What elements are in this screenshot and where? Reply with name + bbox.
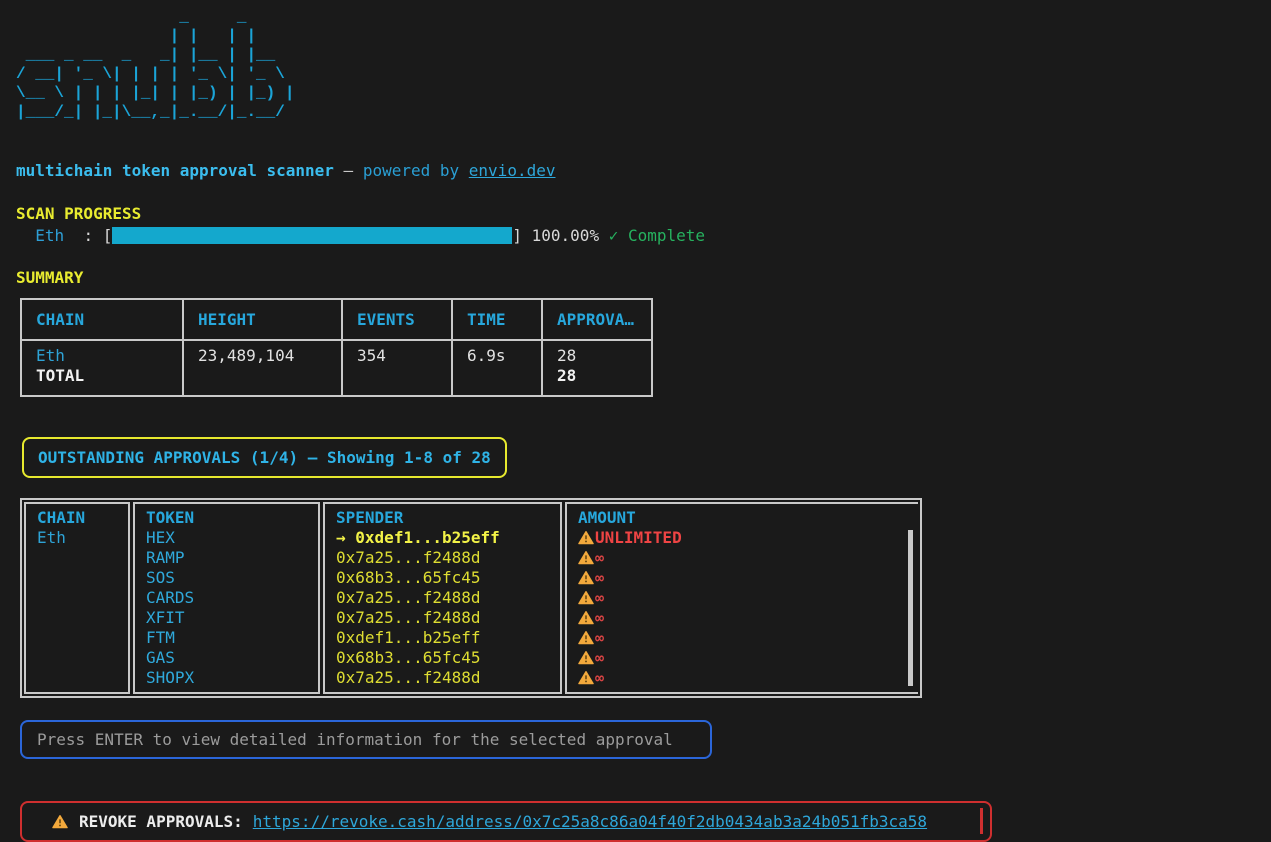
- amount-cell-selected[interactable]: UNLIMITED: [578, 528, 907, 548]
- progress-status: Complete: [628, 226, 705, 245]
- hint-bar: Press ENTER to view detailed information…: [20, 720, 712, 759]
- token-cell[interactable]: SOS: [146, 568, 307, 588]
- summary-chain-value: Eth: [36, 346, 168, 366]
- warning-triangle-icon: [578, 650, 594, 665]
- warning-triangle-icon: [578, 550, 594, 565]
- progress-bracket-close: ]: [512, 226, 522, 245]
- summary-col-height: HEIGHT: [183, 299, 342, 340]
- summary-data-row: Eth TOTAL 23,489,104 354 6.9s 28 28: [21, 340, 652, 396]
- approvals-table: CHAIN Eth TOKEN HEX RAMP SOS CARDS XFIT …: [20, 498, 922, 698]
- summary-header-row: CHAIN HEIGHT EVENTS TIME APPROVA…: [21, 299, 652, 340]
- progress-bar-fill: [112, 227, 512, 244]
- summary-total-label: TOTAL: [36, 366, 168, 386]
- amount-cell[interactable]: ∞: [578, 588, 907, 608]
- warning-triangle-icon: [578, 570, 594, 585]
- scan-progress-row: Eth : [] 100.00% ✓ Complete: [16, 226, 1271, 246]
- spender-cell[interactable]: 0x7a25...f2488d: [336, 548, 549, 568]
- approvals-scrollbar[interactable]: [908, 530, 913, 686]
- approvals-column-amount: AMOUNT UNLIMITED ∞ ∞ ∞ ∞ ∞ ∞ ∞: [565, 502, 918, 694]
- tagline: multichain token approval scanner — powe…: [16, 161, 1271, 180]
- token-cell[interactable]: GAS: [146, 648, 307, 668]
- spender-cell-selected[interactable]: → 0xdef1...b25eff: [336, 528, 549, 548]
- amount-cell[interactable]: ∞: [578, 548, 907, 568]
- summary-col-time: TIME: [452, 299, 542, 340]
- token-cell[interactable]: HEX: [146, 528, 307, 548]
- summary-col-approvals: APPROVA…: [542, 299, 652, 340]
- summary-heading: SUMMARY: [16, 268, 1271, 287]
- amount-cell[interactable]: ∞: [578, 668, 907, 688]
- progress-bracket-open: [: [103, 226, 113, 245]
- amount-cell[interactable]: ∞: [578, 648, 907, 668]
- spender-cell[interactable]: 0x7a25...f2488d: [336, 608, 549, 628]
- token-cell[interactable]: CARDS: [146, 588, 307, 608]
- column-header-spender: SPENDER: [336, 508, 549, 528]
- progress-chain-label: Eth: [35, 226, 64, 245]
- token-cell[interactable]: RAMP: [146, 548, 307, 568]
- envio-link[interactable]: envio.dev: [469, 161, 556, 180]
- summary-approvals-value: 28: [557, 346, 637, 366]
- spender-cell[interactable]: 0x7a25...f2488d: [336, 668, 549, 688]
- amount-cell[interactable]: ∞: [578, 628, 907, 648]
- app-root: _ _ | | | | ___ _ __ _ _| |__ | |__ / __…: [0, 0, 1271, 842]
- warning-triangle-icon: [578, 630, 594, 645]
- scan-progress-heading: SCAN PROGRESS: [16, 204, 1271, 223]
- approvals-column-chain: CHAIN Eth: [24, 502, 130, 694]
- selection-arrow-icon: →: [336, 528, 346, 547]
- progress-colon: :: [83, 226, 93, 245]
- summary-col-events: EVENTS: [342, 299, 452, 340]
- revoke-approvals-label: REVOKE APPROVALS:: [79, 812, 243, 831]
- summary-time-value: 6.9s: [467, 346, 527, 366]
- progress-percent: 100.00%: [532, 226, 599, 245]
- powered-by-text: powered by: [363, 161, 459, 180]
- spender-cell[interactable]: 0x7a25...f2488d: [336, 588, 549, 608]
- warning-triangle-icon: [52, 814, 68, 829]
- app-title: multichain token approval scanner: [16, 161, 334, 180]
- revoke-bar-cursor: [980, 808, 983, 834]
- warning-triangle-icon: [578, 610, 594, 625]
- chain-cell: Eth: [37, 528, 117, 548]
- summary-col-chain: CHAIN: [21, 299, 183, 340]
- summary-total-approvals: 28: [557, 366, 637, 386]
- app-logo-ascii: _ _ | | | | ___ _ __ _ _| |__ | |__ / __…: [16, 8, 1271, 122]
- approvals-column-spender: SPENDER → 0xdef1...b25eff 0x7a25...f2488…: [323, 502, 562, 694]
- check-icon: ✓: [609, 226, 619, 245]
- token-cell[interactable]: SHOPX: [146, 668, 307, 688]
- summary-height-value: 23,489,104: [198, 346, 327, 366]
- column-header-chain: CHAIN: [37, 508, 117, 528]
- warning-triangle-icon: [578, 590, 594, 605]
- amount-cell[interactable]: ∞: [578, 608, 907, 628]
- title-separator: —: [344, 161, 354, 180]
- revoke-approvals-bar: REVOKE APPROVALS: https://revoke.cash/ad…: [20, 801, 992, 842]
- revoke-cash-link[interactable]: https://revoke.cash/address/0x7c25a8c86a…: [253, 812, 927, 831]
- amount-cell[interactable]: ∞: [578, 568, 907, 588]
- summary-table: CHAIN HEIGHT EVENTS TIME APPROVA… Eth TO…: [20, 298, 653, 397]
- approvals-column-token: TOKEN HEX RAMP SOS CARDS XFIT FTM GAS SH…: [133, 502, 320, 694]
- spender-cell[interactable]: 0x68b3...65fc45: [336, 648, 549, 668]
- token-cell[interactable]: FTM: [146, 628, 307, 648]
- spender-cell[interactable]: 0x68b3...65fc45: [336, 568, 549, 588]
- warning-triangle-icon: [578, 530, 594, 545]
- spender-cell[interactable]: 0xdef1...b25eff: [336, 628, 549, 648]
- warning-triangle-icon: [578, 670, 594, 685]
- token-cell[interactable]: XFIT: [146, 608, 307, 628]
- column-header-amount: AMOUNT: [578, 508, 907, 528]
- summary-events-value: 354: [357, 346, 437, 366]
- column-header-token: TOKEN: [146, 508, 307, 528]
- outstanding-approvals-title: OUTSTANDING APPROVALS (1/4) — Showing 1-…: [22, 437, 507, 478]
